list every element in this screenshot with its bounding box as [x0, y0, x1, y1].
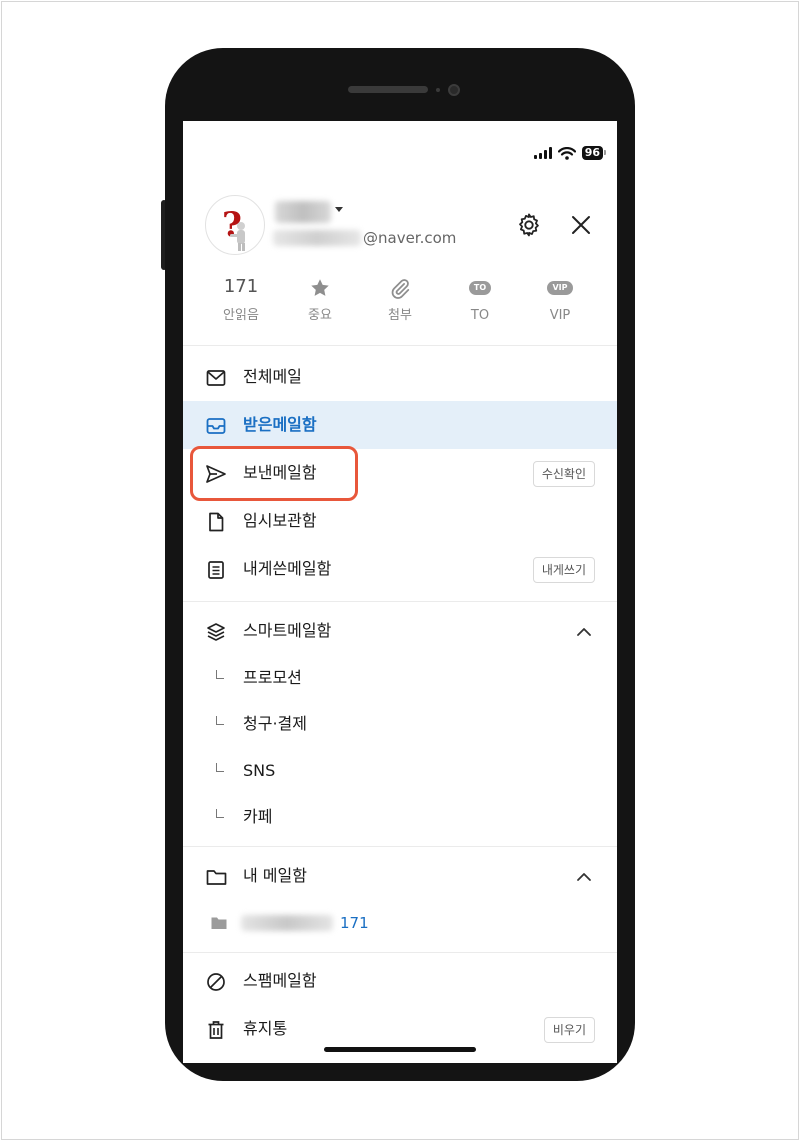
- battery-indicator: 96: [581, 146, 607, 160]
- close-button[interactable]: [567, 211, 595, 239]
- menu-item-label: 휴지통: [243, 1019, 288, 1038]
- smart-mailbox-header[interactable]: 스마트메일함: [183, 607, 617, 655]
- quick-filter-row: 171 안읽음 중요 첨부 TO TO VIP VIP: [203, 271, 603, 335]
- close-icon: [572, 216, 590, 234]
- avatar[interactable]: ?: [205, 195, 265, 255]
- note-list-icon: [208, 561, 224, 579]
- document-icon: [209, 512, 224, 532]
- quick-filter-to[interactable]: TO TO: [450, 271, 510, 335]
- vip-badge-icon: VIP: [547, 281, 573, 295]
- phone-speaker: [348, 86, 428, 93]
- menu-item-drafts[interactable]: 임시보관함: [183, 497, 617, 545]
- quick-filter-label: VIP: [549, 308, 571, 323]
- smart-mailbox-item-cafe[interactable]: 카페: [183, 794, 617, 840]
- write-to-self-button[interactable]: 내게쓰기: [532, 557, 595, 583]
- menu-item-label: 내 메일함: [243, 866, 307, 885]
- menu-item-label: 전체메일: [243, 367, 302, 386]
- quick-filter-label: 안읽음: [223, 308, 259, 323]
- block-icon: [207, 973, 225, 991]
- layers-icon: [207, 623, 225, 641]
- envelope-icon: [206, 370, 226, 386]
- menu-item-label: 임시보관함: [243, 511, 317, 530]
- read-receipt-button[interactable]: 수신확인: [532, 461, 595, 487]
- unread-count: 171: [223, 276, 259, 297]
- divider: [183, 345, 617, 346]
- highlight-annotation: [190, 446, 358, 501]
- quick-filter-label: 첨부: [388, 308, 412, 323]
- gear-icon: [519, 213, 539, 237]
- account-dropdown-icon[interactable]: [335, 207, 343, 212]
- account-email-domain: @naver.com: [363, 229, 457, 247]
- sub-item-marker: [216, 763, 224, 772]
- collapse-button[interactable]: [573, 866, 595, 888]
- settings-button[interactable]: [515, 211, 543, 239]
- my-mailbox-header[interactable]: 내 메일함: [183, 852, 617, 900]
- smart-mailbox-item-billing[interactable]: 청구·결제: [183, 701, 617, 747]
- sub-item-label: 청구·결제: [243, 714, 307, 733]
- quick-filter-vip[interactable]: VIP VIP: [530, 271, 590, 335]
- star-icon: [311, 279, 329, 296]
- menu-item-self-mail[interactable]: 내게쓴메일함 내게쓰기: [183, 545, 617, 593]
- menu-item-all-mail[interactable]: 전체메일: [183, 353, 617, 401]
- menu-item-label: 스마트메일함: [243, 621, 332, 640]
- divider: [183, 846, 617, 847]
- sub-item-marker: [216, 670, 224, 679]
- sub-item-label: 카페: [243, 807, 273, 826]
- quick-filter-attachment[interactable]: 첨부: [370, 271, 430, 335]
- inbox-icon: [206, 418, 226, 434]
- email-id-redacted: [273, 230, 361, 246]
- divider: [183, 952, 617, 953]
- menu-item-inbox[interactable]: 받은메일함: [183, 401, 617, 449]
- status-bar: 96: [533, 145, 607, 161]
- phone-camera: [448, 84, 460, 96]
- folder-icon: [206, 870, 226, 885]
- folder-filled-icon: [211, 917, 227, 929]
- folder-name-redacted: [241, 915, 333, 931]
- sub-item-marker: [216, 809, 224, 818]
- chevron-up-icon: [577, 873, 591, 881]
- to-badge-icon: TO: [468, 281, 492, 295]
- question-mark-character-icon: ?: [222, 205, 245, 251]
- phone-sensor: [436, 88, 440, 92]
- wifi-icon: [557, 146, 576, 160]
- mail-drawer-screen: 96 ? @naver.com 171 안읽음 중요 첨부 TO TO VIP …: [183, 121, 617, 1063]
- quick-filter-unread[interactable]: 171 안읽음: [211, 271, 271, 335]
- sub-item-label: 프로모션: [243, 668, 302, 687]
- menu-item-label: 내게쓴메일함: [243, 559, 332, 578]
- smart-mailbox-item-promotion[interactable]: 프로모션: [183, 655, 617, 701]
- menu-item-spam[interactable]: 스팸메일함: [183, 957, 617, 1005]
- collapse-button[interactable]: [573, 621, 595, 643]
- chevron-up-icon: [577, 628, 591, 636]
- quick-filter-label: 중요: [308, 308, 332, 323]
- cellular-signal-icon: [533, 147, 552, 159]
- folder-unread-count: 171: [340, 914, 369, 932]
- empty-trash-button[interactable]: 비우기: [543, 1017, 595, 1043]
- menu-item-trash[interactable]: 휴지통 비우기: [183, 1005, 617, 1053]
- home-indicator: [324, 1047, 476, 1052]
- divider: [183, 601, 617, 602]
- menu-item-label: 받은메일함: [243, 415, 317, 434]
- smart-mailbox-item-sns[interactable]: SNS: [183, 748, 617, 794]
- quick-filter-important[interactable]: 중요: [290, 271, 350, 335]
- sub-item-marker: [216, 716, 224, 725]
- trash-icon: [208, 1021, 224, 1039]
- paperclip-icon: [391, 279, 410, 299]
- account-name-redacted[interactable]: [275, 201, 331, 223]
- my-mailbox-folder[interactable]: 171: [183, 900, 617, 946]
- quick-filter-label: TO: [470, 308, 490, 323]
- menu-item-label: 스팸메일함: [243, 971, 317, 990]
- sub-item-label: SNS: [243, 761, 276, 780]
